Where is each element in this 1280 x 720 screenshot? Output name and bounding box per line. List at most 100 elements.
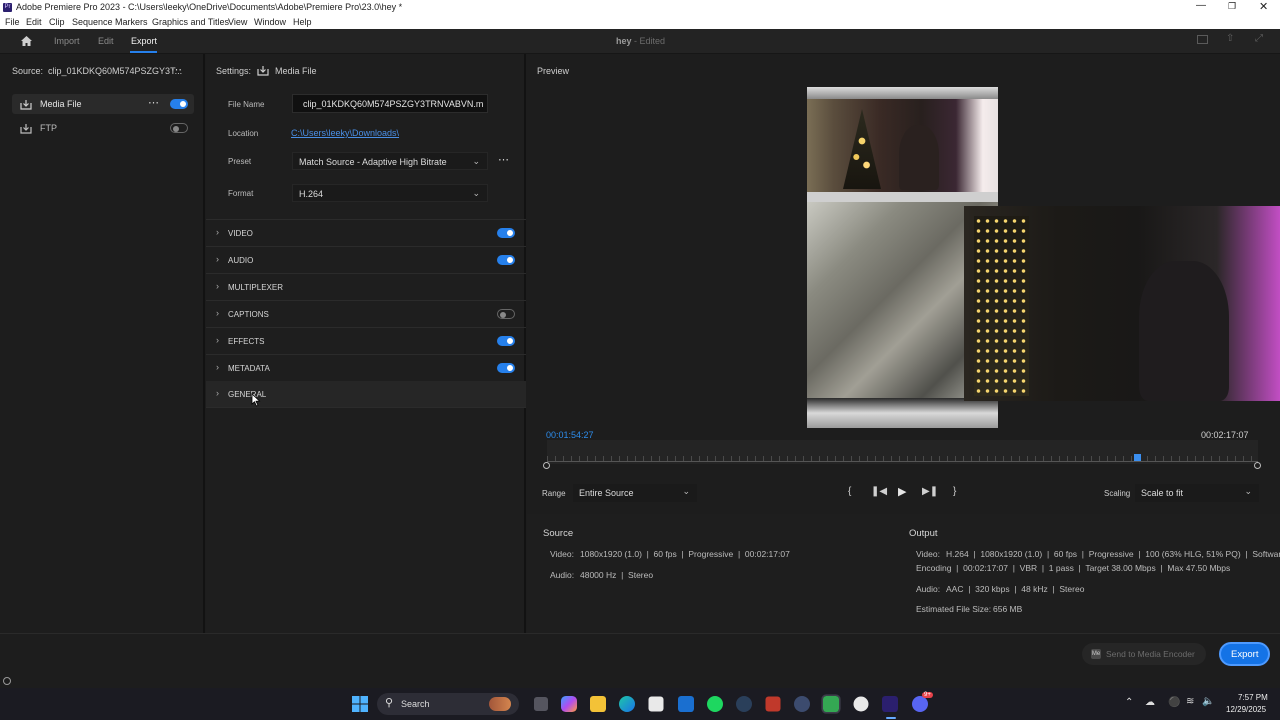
captions-toggle[interactable] [497, 309, 515, 319]
destination-ftp[interactable]: FTP [12, 118, 194, 138]
menu-edit[interactable]: Edit [26, 17, 42, 27]
microphone-icon[interactable]: ⚫ [1168, 697, 1180, 708]
preset-dropdown[interactable]: Match Source - Adaptive High Bitrate ⌄ [292, 152, 488, 170]
step-back-icon[interactable]: ❚◀ [871, 486, 887, 497]
location-link[interactable]: C:\Users\leeky\Downloads\ [291, 128, 399, 138]
settings-header-value: Media File [275, 66, 317, 76]
file-name-input[interactable]: clip_01KDKQ60M574PSZGY3TRNVABVN.m [292, 94, 488, 113]
ftp-toggle[interactable] [170, 123, 188, 133]
video-toggle[interactable] [497, 228, 515, 238]
active-app-indicator [886, 717, 896, 719]
menu-graphics-and-titles[interactable]: Graphics and Titles [152, 17, 229, 27]
ftp-export-icon [20, 124, 32, 134]
task-view-icon[interactable] [534, 697, 548, 711]
step-forward-icon[interactable]: ▶❚ [922, 486, 938, 497]
discord-icon[interactable] [912, 696, 928, 712]
in-point-handle[interactable] [543, 462, 550, 469]
menu-window[interactable]: Window [254, 17, 286, 27]
out-point-handle[interactable] [1254, 462, 1261, 469]
panel-toggle-icon[interactable] [1197, 35, 1208, 44]
export-button[interactable]: Export [1219, 642, 1270, 666]
edge-icon[interactable] [619, 696, 635, 712]
search-icon: ⚲ [385, 697, 394, 709]
clock-time[interactable]: 7:57 PM [1238, 693, 1268, 702]
steam-icon[interactable] [736, 696, 752, 712]
app-arrow-icon[interactable] [794, 696, 810, 712]
sheets-icon[interactable] [821, 694, 841, 714]
effects-toggle[interactable] [497, 336, 515, 346]
estimated-size-label: Estimated File Size: [916, 604, 992, 614]
outlook-icon[interactable] [678, 696, 694, 712]
share-icon[interactable]: ⇧ [1226, 33, 1234, 44]
tab-edit[interactable]: Edit [98, 36, 114, 46]
scaling-value: Scale to fit [1141, 488, 1184, 498]
premiere-taskbar-icon[interactable] [882, 696, 898, 712]
source-clip-name: clip_01KDKQ60M574PSZGY3T... [48, 66, 183, 76]
section-multiplexer[interactable]: › MULTIPLEXER [206, 274, 526, 301]
media-encoder-icon: Me [1091, 649, 1101, 659]
spotify-icon[interactable] [707, 696, 723, 712]
chevron-up-icon[interactable]: ⌃ [1125, 697, 1133, 708]
chatgpt-icon[interactable] [853, 696, 869, 712]
file-explorer-icon[interactable] [590, 696, 606, 712]
wifi-icon[interactable]: ≋ [1186, 696, 1194, 707]
preset-more-icon[interactable]: ⋯ [498, 153, 509, 166]
tab-import[interactable]: Import [54, 36, 80, 46]
playhead[interactable] [1134, 454, 1142, 461]
menu-view[interactable]: View [228, 17, 247, 27]
media-file-toggle[interactable] [170, 99, 188, 109]
onedrive-icon[interactable]: ☁ [1145, 697, 1155, 708]
windows-start-icon[interactable] [352, 696, 368, 712]
volume-icon[interactable]: 🔈 [1202, 696, 1214, 707]
mark-in-icon[interactable]: { [848, 486, 851, 497]
tf-app-icon[interactable] [765, 696, 781, 712]
section-captions[interactable]: › CAPTIONS [206, 301, 526, 328]
menu-sequence[interactable]: Sequence [72, 17, 113, 27]
home-icon[interactable] [20, 35, 33, 47]
range-dropdown[interactable]: Entire Source ⌄ [573, 484, 697, 502]
scaling-dropdown[interactable]: Scale to fit ⌄ [1135, 484, 1259, 502]
fullscreen-icon[interactable]: ⤢ [1255, 33, 1263, 44]
export-button-label: Export [1231, 649, 1259, 660]
destination-more-icon[interactable]: ⋯ [148, 96, 159, 109]
chevron-right-icon: › [216, 335, 219, 345]
section-audio[interactable]: › AUDIO [206, 247, 526, 274]
menu-markers[interactable]: Markers [115, 17, 148, 27]
timeline-scrubber[interactable] [547, 440, 1258, 464]
mark-out-icon[interactable]: } [953, 486, 956, 497]
copilot-icon[interactable] [561, 696, 577, 712]
estimated-size-value: 656 MB [993, 604, 1023, 614]
menu-clip[interactable]: Clip [49, 17, 65, 27]
menu-help[interactable]: Help [293, 17, 312, 27]
taskbar-search-box[interactable]: ⚲ Search [377, 693, 519, 715]
format-dropdown[interactable]: H.264 ⌄ [292, 184, 488, 202]
clock-date[interactable]: 12/29/2025 [1226, 705, 1266, 714]
store-icon[interactable] [648, 696, 664, 712]
output-video-info-2: Encoding | 00:02:17:07 | VBR | 1 pass | … [916, 563, 1231, 573]
section-effects[interactable]: › EFFECTS [206, 328, 526, 355]
source-more-icon[interactable]: ⋯ [171, 63, 182, 76]
minimize-icon[interactable]: — [1196, 0, 1206, 11]
file-name-value: clip_01KDKQ60M574PSZGY3TRNVABVN.m [303, 99, 484, 109]
tab-export[interactable]: Export [131, 36, 157, 46]
section-metadata[interactable]: › METADATA [206, 355, 526, 382]
audio-toggle[interactable] [497, 255, 515, 265]
menu-bar: File Edit Clip Sequence Markers Graphics… [0, 15, 1280, 29]
menu-file[interactable]: File [5, 17, 20, 27]
section-video[interactable]: › VIDEO [206, 220, 526, 247]
play-icon[interactable]: ▶ [898, 485, 906, 498]
chevron-right-icon: › [216, 227, 219, 237]
send-to-media-encoder-button[interactable]: Me Send to Media Encoder [1082, 643, 1206, 665]
premiere-app-icon: Pr [3, 3, 12, 12]
restore-icon[interactable]: ❐ [1228, 1, 1236, 12]
current-timecode[interactable]: 00:01:54:27 [546, 430, 594, 440]
close-icon[interactable]: ✕ [1259, 0, 1268, 13]
destination-label: FTP [40, 123, 57, 133]
section-label: METADATA [228, 364, 270, 373]
output-audio-label: Audio: [916, 584, 941, 594]
chevron-down-icon: ⌄ [682, 486, 690, 496]
metadata-toggle[interactable] [497, 363, 515, 373]
project-status: - Edited [634, 36, 666, 46]
destination-media-file[interactable]: Media File ⋯ [12, 94, 194, 114]
windows-taskbar: ⚲ Search 9+ ⌃ ☁ ⚫ ≋ 🔈 7:57 PM 12/29/2025 [0, 688, 1280, 720]
